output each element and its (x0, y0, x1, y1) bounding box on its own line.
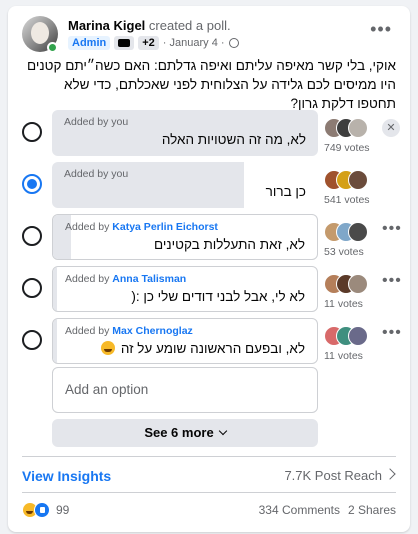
added-by-prefix: Added by (64, 116, 109, 128)
divider (22, 456, 396, 457)
vote-count[interactable]: 541 votes (324, 194, 370, 206)
added-by: Added by you (64, 116, 128, 128)
comments-count[interactable]: 334 Comments (259, 503, 340, 517)
added-by-name: you (111, 168, 129, 180)
remove-option-icon[interactable]: ✕ (382, 119, 400, 137)
voters: 541 votes (324, 166, 406, 206)
divider (22, 492, 396, 493)
option-text: לא, מה זה השטויות האלה (161, 132, 306, 147)
poll-option[interactable]: Added by you לא, מה זה השטויות האלה ✕ 74… (8, 110, 410, 162)
vote-fill-bar (53, 319, 57, 363)
post-options-icon[interactable]: ••• (370, 20, 392, 38)
poll-option[interactable]: Added by Anna Talisman לא לי, אבל לבני ד… (8, 266, 410, 318)
voter-avatar[interactable] (348, 274, 368, 294)
badge-icon[interactable] (114, 36, 135, 50)
option-box[interactable]: Added by Max Chernoglaz לא, ובפעם הראשונ… (52, 318, 318, 364)
radio-button[interactable] (22, 330, 42, 350)
radio-button[interactable] (22, 226, 42, 246)
vote-count[interactable]: 11 votes (324, 298, 363, 310)
more-options-icon[interactable]: ••• (382, 325, 402, 341)
voters: ✕ 749 votes (324, 114, 406, 154)
shares-count[interactable]: 2 Shares (348, 503, 396, 517)
view-insights-link[interactable]: View Insights (22, 468, 111, 484)
added-by-prefix: Added by (65, 221, 110, 233)
more-options-icon[interactable]: ••• (382, 273, 402, 289)
added-by-name[interactable]: Max Chernoglaz (112, 325, 193, 337)
post-footer: 99 334 Comments 2 Shares (22, 502, 396, 522)
radio-button[interactable] (22, 122, 42, 142)
option-box[interactable]: Added by Anna Talisman לא לי, אבל לבני ד… (52, 266, 318, 312)
add-option-input[interactable]: Add an option (52, 367, 318, 413)
online-status-dot (47, 42, 58, 53)
poll-option[interactable]: Added by you כן ברור 541 votes (8, 162, 410, 214)
post-text: אוקי, בלי קשר מאיפה עליתם ואיפה גדלתם: ה… (27, 58, 396, 111)
post-card: Marina Kigel created a poll. Admin +2 · … (8, 6, 410, 532)
option-text: לא, ובפעם הראשונה שומע על זה (101, 341, 305, 356)
vote-count[interactable]: 749 votes (324, 142, 370, 154)
added-by-name[interactable]: Katya Perlin Eichorst (112, 221, 218, 233)
added-by: Added by Katya Perlin Eichorst (65, 221, 218, 233)
option-text-label: לא, ובפעם הראשונה שומע על זה (120, 341, 305, 356)
voters: ••• 53 votes (324, 218, 406, 258)
option-box[interactable]: Added by Katya Perlin Eichorst לא, זאת ה… (52, 214, 318, 260)
voter-avatar[interactable] (348, 326, 368, 346)
chevron-down-icon (218, 426, 227, 436)
option-box[interactable]: Added by you כן ברור (52, 162, 318, 208)
voter-avatar[interactable] (348, 170, 368, 190)
see-more-label: See 6 more (144, 425, 214, 440)
reaction-count[interactable]: 99 (56, 503, 69, 517)
see-more-button[interactable]: See 6 more (52, 419, 318, 447)
added-by: Added by Anna Talisman (65, 273, 186, 285)
post-reach[interactable]: 7.7K Post Reach (284, 468, 382, 483)
added-by-prefix: Added by (65, 273, 110, 285)
like-reaction-icon[interactable] (34, 502, 50, 518)
added-by: Added by Max Chernoglaz (65, 325, 193, 337)
post-action: created a poll. (148, 18, 231, 33)
vote-count[interactable]: 11 votes (324, 350, 363, 362)
globe-icon (228, 38, 239, 48)
added-by: Added by you (64, 168, 128, 180)
chevron-right-icon[interactable] (384, 468, 396, 480)
more-options-icon[interactable]: ••• (382, 221, 402, 237)
post-header: Marina Kigel created a poll. Admin +2 · … (22, 16, 400, 56)
voter-avatar[interactable] (348, 118, 368, 138)
smile-emoji-icon (101, 341, 116, 355)
added-by-prefix: Added by (64, 168, 109, 180)
poll-option[interactable]: Added by Katya Perlin Eichorst לא, זאת ה… (8, 214, 410, 266)
voters: ••• 11 votes (324, 270, 406, 310)
radio-button-selected[interactable] (22, 174, 42, 194)
added-by-name: you (111, 116, 129, 128)
voters: ••• 11 votes (324, 322, 406, 362)
radio-button[interactable] (22, 278, 42, 298)
option-text: כן ברור (265, 184, 306, 199)
added-by-name[interactable]: Anna Talisman (112, 273, 186, 285)
admin-badge[interactable]: Admin (68, 36, 111, 50)
author-name[interactable]: Marina Kigel (68, 18, 145, 33)
vote-fill-bar (53, 267, 57, 311)
option-text: לא לי, אבל לבני דודים שלי כן :( (131, 289, 305, 304)
author-line: Marina Kigel created a poll. (68, 18, 231, 33)
post-date[interactable]: · January 4 · (163, 37, 225, 49)
added-by-prefix: Added by (65, 325, 110, 337)
more-badges[interactable]: +2 (138, 36, 159, 50)
voter-avatar[interactable] (348, 222, 368, 242)
post-meta: Admin +2 · January 4 · (68, 36, 239, 50)
poll-option[interactable]: Added by Max Chernoglaz לא, ובפעם הראשונ… (8, 318, 410, 370)
option-text: לא, זאת התעללות בקטינים (153, 237, 305, 252)
vote-count[interactable]: 53 votes (324, 246, 364, 258)
option-box[interactable]: Added by you לא, מה זה השטויות האלה (52, 110, 318, 156)
